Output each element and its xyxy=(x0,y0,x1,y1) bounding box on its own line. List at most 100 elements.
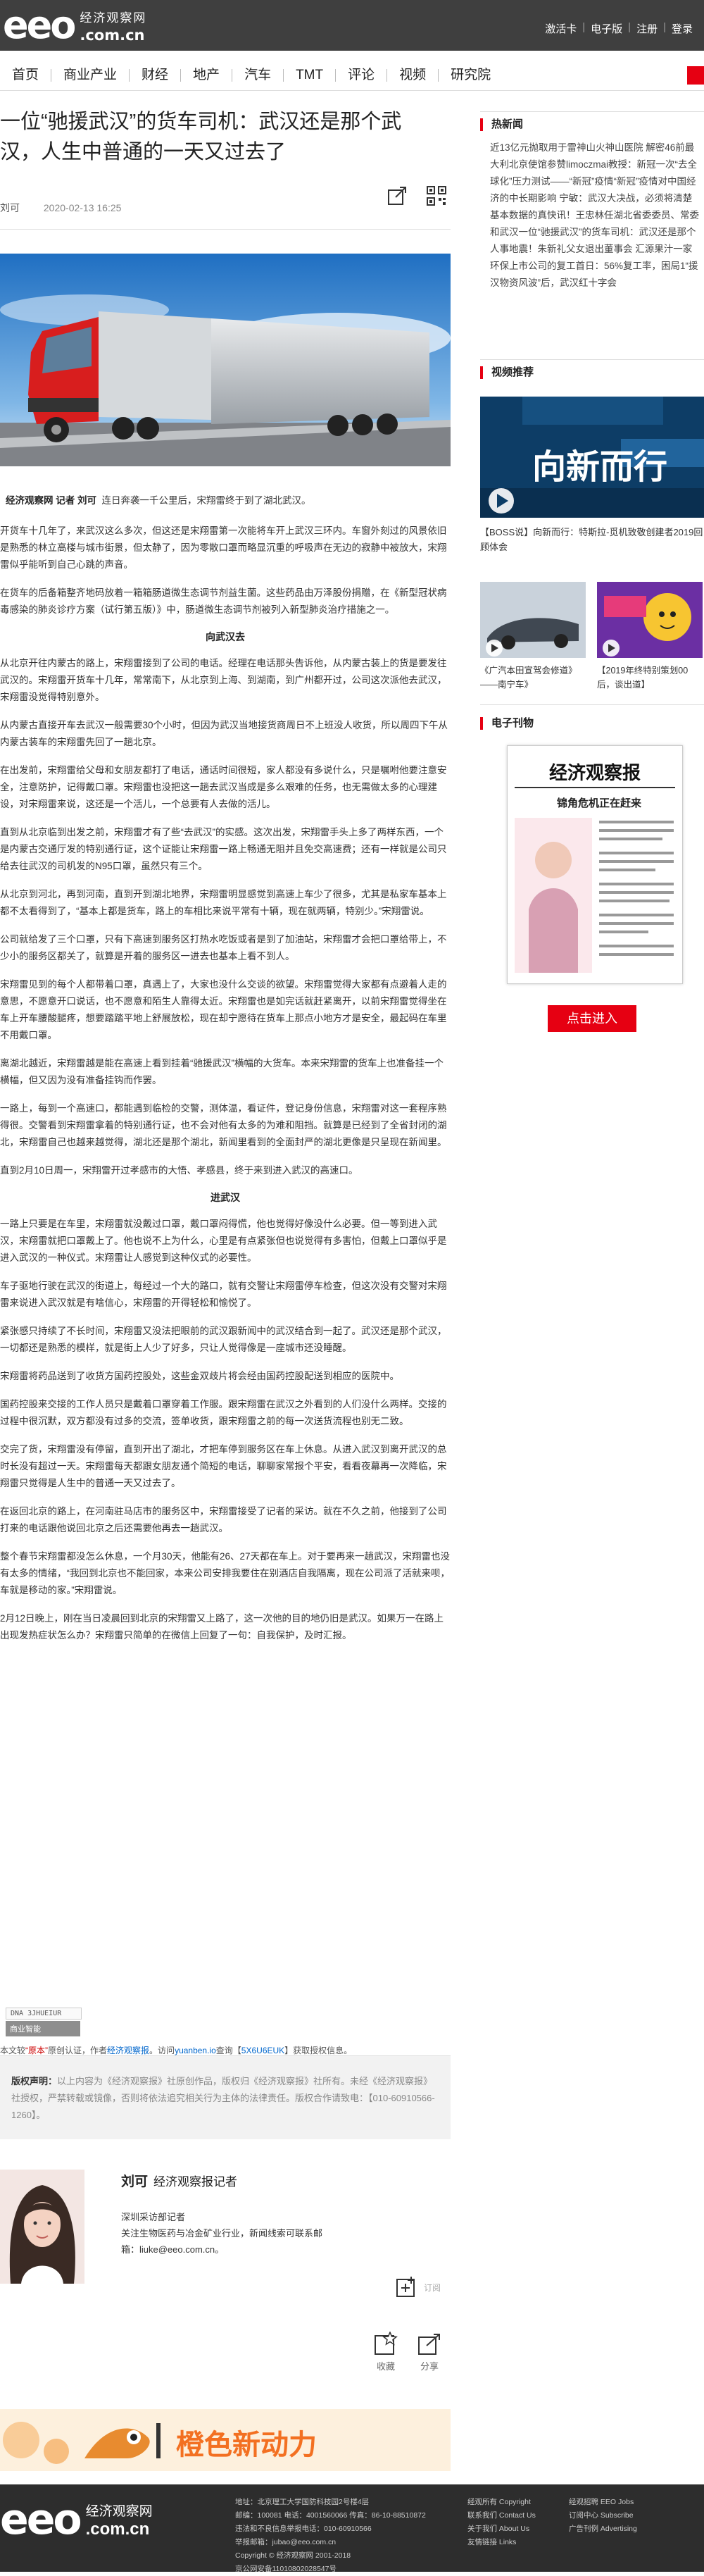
video-small-1-caption[interactable]: 《广汽本田宣驾会修道》——南宁车》 xyxy=(480,664,586,692)
copyright-line: 本文较“原本”原创认证，作者经济观察报。访问yuanben.io查询【5X6U6… xyxy=(0,2044,352,2056)
video-small-2[interactable] xyxy=(597,582,703,658)
nav-video[interactable]: 视频 xyxy=(387,61,438,90)
top-links: 激活卡 | 电子版 | 注册 | 登录 xyxy=(545,21,693,36)
article-paragraph: 直到2月10日周一，宋翔雷开过孝感市的大悟、孝感县，终于来到进入武汉的高速口。 xyxy=(0,1165,358,1176)
copyline-yuanben-link[interactable]: yuanben.io xyxy=(175,2046,216,2055)
nav-research[interactable]: 研究院 xyxy=(439,61,503,90)
article-paragraph: 离湖北越近，宋翔雷越是能在高速上看到挂着“驰援武汉”横幅的大货车。本来宋翔雷的货… xyxy=(0,1058,444,1085)
nav-business[interactable]: 商业产业 xyxy=(51,61,129,90)
nav-red-tab[interactable] xyxy=(687,66,704,85)
copyline-code-link[interactable]: 5X6U6EUK xyxy=(241,2046,284,2055)
epaper-enter-button[interactable]: 点击进入 xyxy=(548,1005,636,1032)
activate-card-link[interactable]: 激活卡 xyxy=(545,21,577,36)
video-main[interactable]: 向新而行 xyxy=(480,397,704,518)
logo-cn: 经济观察网 xyxy=(80,11,147,25)
footer: eeo 经济观察网 .com.cn 地址：北京理工大学国防科技园2号楼4层 邮编… xyxy=(0,2484,704,2573)
article-paragraph: 从北京开往内蒙古的路上，宋翔雷接到了公司的电话。经理在电话那头告诉他，从内蒙古装… xyxy=(0,658,447,702)
register-link[interactable]: 注册 xyxy=(636,21,658,36)
footer-logo[interactable]: eeo 经济观察网 .com.cn xyxy=(0,2499,153,2541)
footer-report-email: 举报邮箱：jubao@eeo.com.cn xyxy=(235,2538,337,2546)
banner-text: 橙色新动力 xyxy=(176,2429,317,2461)
login-link[interactable]: 登录 xyxy=(672,21,693,36)
footer-links-1: 经观所有 Copyright 联系我们 Contact Us 关于我们 Abou… xyxy=(467,2496,536,2549)
article-lead: 经济观察网 记者 刘可 连日奔袭一千公里后，宋翔雷终于到了湖北武汉。 xyxy=(6,493,446,509)
author-avatar[interactable] xyxy=(0,2170,84,2284)
lead-byline: 经济观察网 记者 刘可 xyxy=(6,495,97,506)
section-heading: 进武汉 xyxy=(210,1192,240,1203)
article-paragraph: 宋翔雷见到的每个人都带着口罩，真遇上了，大家也没什么交谈的欲望。宋翔雷觉得大家都… xyxy=(0,979,447,1040)
author-email: 箱：liuke@eeo.com.cn。 xyxy=(121,2244,225,2255)
divider xyxy=(0,229,451,230)
copyline-pre: 本文较 xyxy=(0,2046,26,2055)
video-main-caption[interactable]: 【BOSS说】向新而行：特斯拉-觅机致敬创建者2019回顾体会 xyxy=(480,525,704,554)
dna-block: DNA 3JHUEIUR 商业智能 xyxy=(6,2008,82,2036)
author-card: 刘可 经济观察报记者 深圳采访部记者 关注生物医药与冶金矿业行业，新闻线索可联系邮… xyxy=(0,2155,451,2310)
article-paragraph: 宋翔雷将药品送到了收货方国药控股处，这些金双歧片将会经由国药控股配送到相应的医院… xyxy=(0,1371,399,1381)
footer-link-advertising[interactable]: 广告刊例 Advertising xyxy=(569,2522,637,2536)
article-title: 一位“驰援武汉”的货车司机：武汉还是那个武汉，人生中普通的一天又过去了 xyxy=(0,111,402,163)
lead-text: 连日奔袭一千公里后，宋翔雷终于到了湖北武汉。 xyxy=(101,495,311,506)
nav-auto[interactable]: 汽车 xyxy=(232,61,283,90)
qrcode-icon[interactable] xyxy=(427,186,446,206)
video-small-1[interactable] xyxy=(480,582,586,658)
epaper-cover[interactable]: 经济观察报 锦角危机正在赶来 xyxy=(507,745,683,984)
footer-link-jobs[interactable]: 经观招聘 EEO Jobs xyxy=(569,2496,637,2509)
epaper-masthead: 经济观察报 xyxy=(548,763,641,784)
nav-finance[interactable]: 财经 xyxy=(130,61,180,90)
nav-home[interactable]: 首页 xyxy=(0,61,51,90)
footer-phone: 邮编：100081 电话：4001560066 传真：86-10-8851087… xyxy=(235,2511,426,2520)
copyline-mid: 原创认证，作者 xyxy=(48,2046,108,2055)
article-author[interactable]: 刘可 xyxy=(0,202,20,213)
article-date: 2020-02-13 16:25 xyxy=(43,202,122,213)
top-bar: eeo 经济观察网 .com.cn 激活卡 | 电子版 | 注册 | 登录 xyxy=(0,0,704,51)
article-photo-truck xyxy=(0,254,451,466)
nav-tmt[interactable]: TMT xyxy=(284,61,335,90)
video-small-2-caption[interactable]: 【2019年终特别策划00后，谈出道】 xyxy=(597,664,703,692)
nav-realestate[interactable]: 地产 xyxy=(181,61,232,90)
article-paragraph: 2月12日晚上，刚在当日凌晨回到北京的宋翔雷又上路了，这一次他的目的地仍旧是武汉… xyxy=(0,1613,444,1641)
article-paragraph: 开货车十几年了，来武汉这么多次，但这还是宋翔雷第一次能将车开上武汉三环内。车窗外… xyxy=(0,525,447,570)
copyline-post: 】获取授权信息。 xyxy=(284,2046,353,2055)
copyright-declaration: 版权声明：以上内容为《经济观察报》社原创作品，版权归《经济观察报》社所有。未经《… xyxy=(0,2055,451,2139)
copyline-eeo-link[interactable]: 经济观察报 xyxy=(107,2046,149,2055)
article-paragraph: 国药控股来交接的工作人员只是戴着口罩穿着工作服。跟宋翔雷在武汉之外看到的人们没什… xyxy=(0,1399,447,1426)
hot-news-list[interactable]: 近13亿元抛取用于雷神山火神山医院 解密46前最大利北京使馆参赞limoczma… xyxy=(490,139,701,292)
footer-link-copyright[interactable]: 经观所有 Copyright xyxy=(467,2496,536,2509)
section-heading: 向武汉去 xyxy=(206,631,245,642)
dna-code: DNA 3JHUEIUR xyxy=(6,2008,82,2020)
site-logo[interactable]: eeo 经济观察网 .com.cn xyxy=(3,6,146,45)
author-name[interactable]: 刘可 xyxy=(121,2174,148,2189)
footer-link-links[interactable]: 友情链接 Links xyxy=(467,2536,536,2549)
author-role: 经济观察报记者 xyxy=(153,2175,238,2189)
favorite-button[interactable]: 收藏 xyxy=(370,2331,401,2372)
subscribe-label: 订阅 xyxy=(424,2282,441,2293)
author-dept: 深圳采访部记者 xyxy=(121,2212,186,2222)
ad-banner[interactable]: 橙色新动力 xyxy=(0,2409,451,2471)
share-label: 分享 xyxy=(420,2361,439,2372)
article-paragraph: 从北京到河北，再到河南，直到开到湖北地界，宋翔雷明显感觉到高速上车少了很多，尤其… xyxy=(0,889,447,916)
video-main-text: 向新而行 xyxy=(532,447,668,487)
dna-button[interactable]: 商业智能 xyxy=(6,2021,80,2036)
article-paragraph: 直到从北京临到出发之前，宋翔雷才有了些“去武汉”的实感。这次出发，宋翔雷手头上多… xyxy=(0,827,447,871)
article-paragraph: 从内蒙古直接开车去武汉一般需要30个小时，但因为武汉当地接货商周日不上班没人收货… xyxy=(0,720,448,747)
nav-opinion[interactable]: 评论 xyxy=(336,61,386,90)
share-icon xyxy=(418,2334,440,2355)
hot-news-heading: 热新闻 xyxy=(480,118,523,131)
footer-link-about[interactable]: 关于我们 About Us xyxy=(467,2522,536,2536)
footer-address: 地址：北京理工大学国防科技园2号楼4层 xyxy=(235,2498,370,2506)
footer-links-2: 经观招聘 EEO Jobs 订阅中心 Subscribe 广告刊例 Advert… xyxy=(569,2496,637,2536)
footer-link-subscribe[interactable]: 订阅中心 Subscribe xyxy=(569,2509,637,2522)
article-paragraph: 在货车的后备箱整齐地码放着一箱箱肠道微生态调节剂益生菌。这些药品由万泽股份捐赠，… xyxy=(0,587,447,615)
sidebar-divider xyxy=(480,704,704,705)
footer-link-contact[interactable]: 联系我们 Contact Us xyxy=(467,2509,536,2522)
epaper-link[interactable]: 电子版 xyxy=(591,21,622,36)
subscribe-button[interactable]: 订阅 xyxy=(396,2275,441,2299)
star-icon xyxy=(375,2331,398,2355)
article-paragraph: 在返回北京的路上，在河南驻马店市的服务区中，宋翔雷接受了记者的采访。就在不久之前… xyxy=(0,1506,447,1533)
share-out-icon[interactable] xyxy=(386,185,408,207)
main-nav: 首页 商业产业 财经 地产 汽车 TMT 评论 视频 研究院 xyxy=(0,61,704,91)
article-paragraph: 紧张感只持续了不长时间，宋翔雷又没法把眼前的武汉跟新闻中的武汉结合到一起了。武汉… xyxy=(0,1326,447,1353)
share-button[interactable]: 分享 xyxy=(414,2332,445,2372)
footer-copyright: Copyright © 经济观察网 2001-2018 xyxy=(235,2551,351,2560)
copyline-mid3: 查询【 xyxy=(215,2046,241,2055)
